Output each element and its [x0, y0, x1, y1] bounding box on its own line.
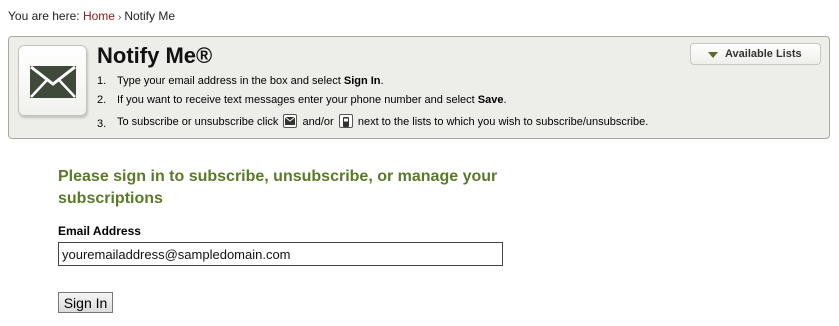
breadcrumb-prefix: You are here: [8, 9, 80, 23]
envelope-icon [18, 45, 87, 116]
breadcrumb-home-link[interactable]: Home [83, 9, 115, 23]
breadcrumb: You are here: Home › Notify Me [8, 9, 175, 23]
email-label: Email Address [58, 224, 141, 238]
email-field[interactable] [58, 242, 503, 266]
email-subscribe-icon [283, 114, 298, 128]
panel-title: Notify Me® [97, 43, 213, 68]
instruction-step-1: 1. Type your email address in the box and… [97, 75, 384, 87]
instructions-list: 1. Type your email address in the box and… [97, 74, 649, 130]
notify-me-panel: Notify Me® 1. Type your email address in … [8, 36, 830, 139]
triangle-down-icon [708, 52, 718, 58]
instruction-step-2: 2. If you want to receive text messages e… [97, 94, 507, 106]
signin-heading: Please sign in to subscribe, unsubscribe… [58, 168, 498, 207]
instruction-step-3: 3. To subscribe or unsubscribe click and/… [97, 114, 649, 130]
phone-subscribe-icon [338, 114, 353, 128]
breadcrumb-separator: › [117, 12, 122, 23]
available-lists-label: Available Lists [725, 48, 802, 60]
breadcrumb-current: Notify Me [124, 9, 176, 23]
sign-in-button[interactable]: Sign In [58, 292, 113, 313]
available-lists-button[interactable]: Available Lists [690, 43, 821, 65]
